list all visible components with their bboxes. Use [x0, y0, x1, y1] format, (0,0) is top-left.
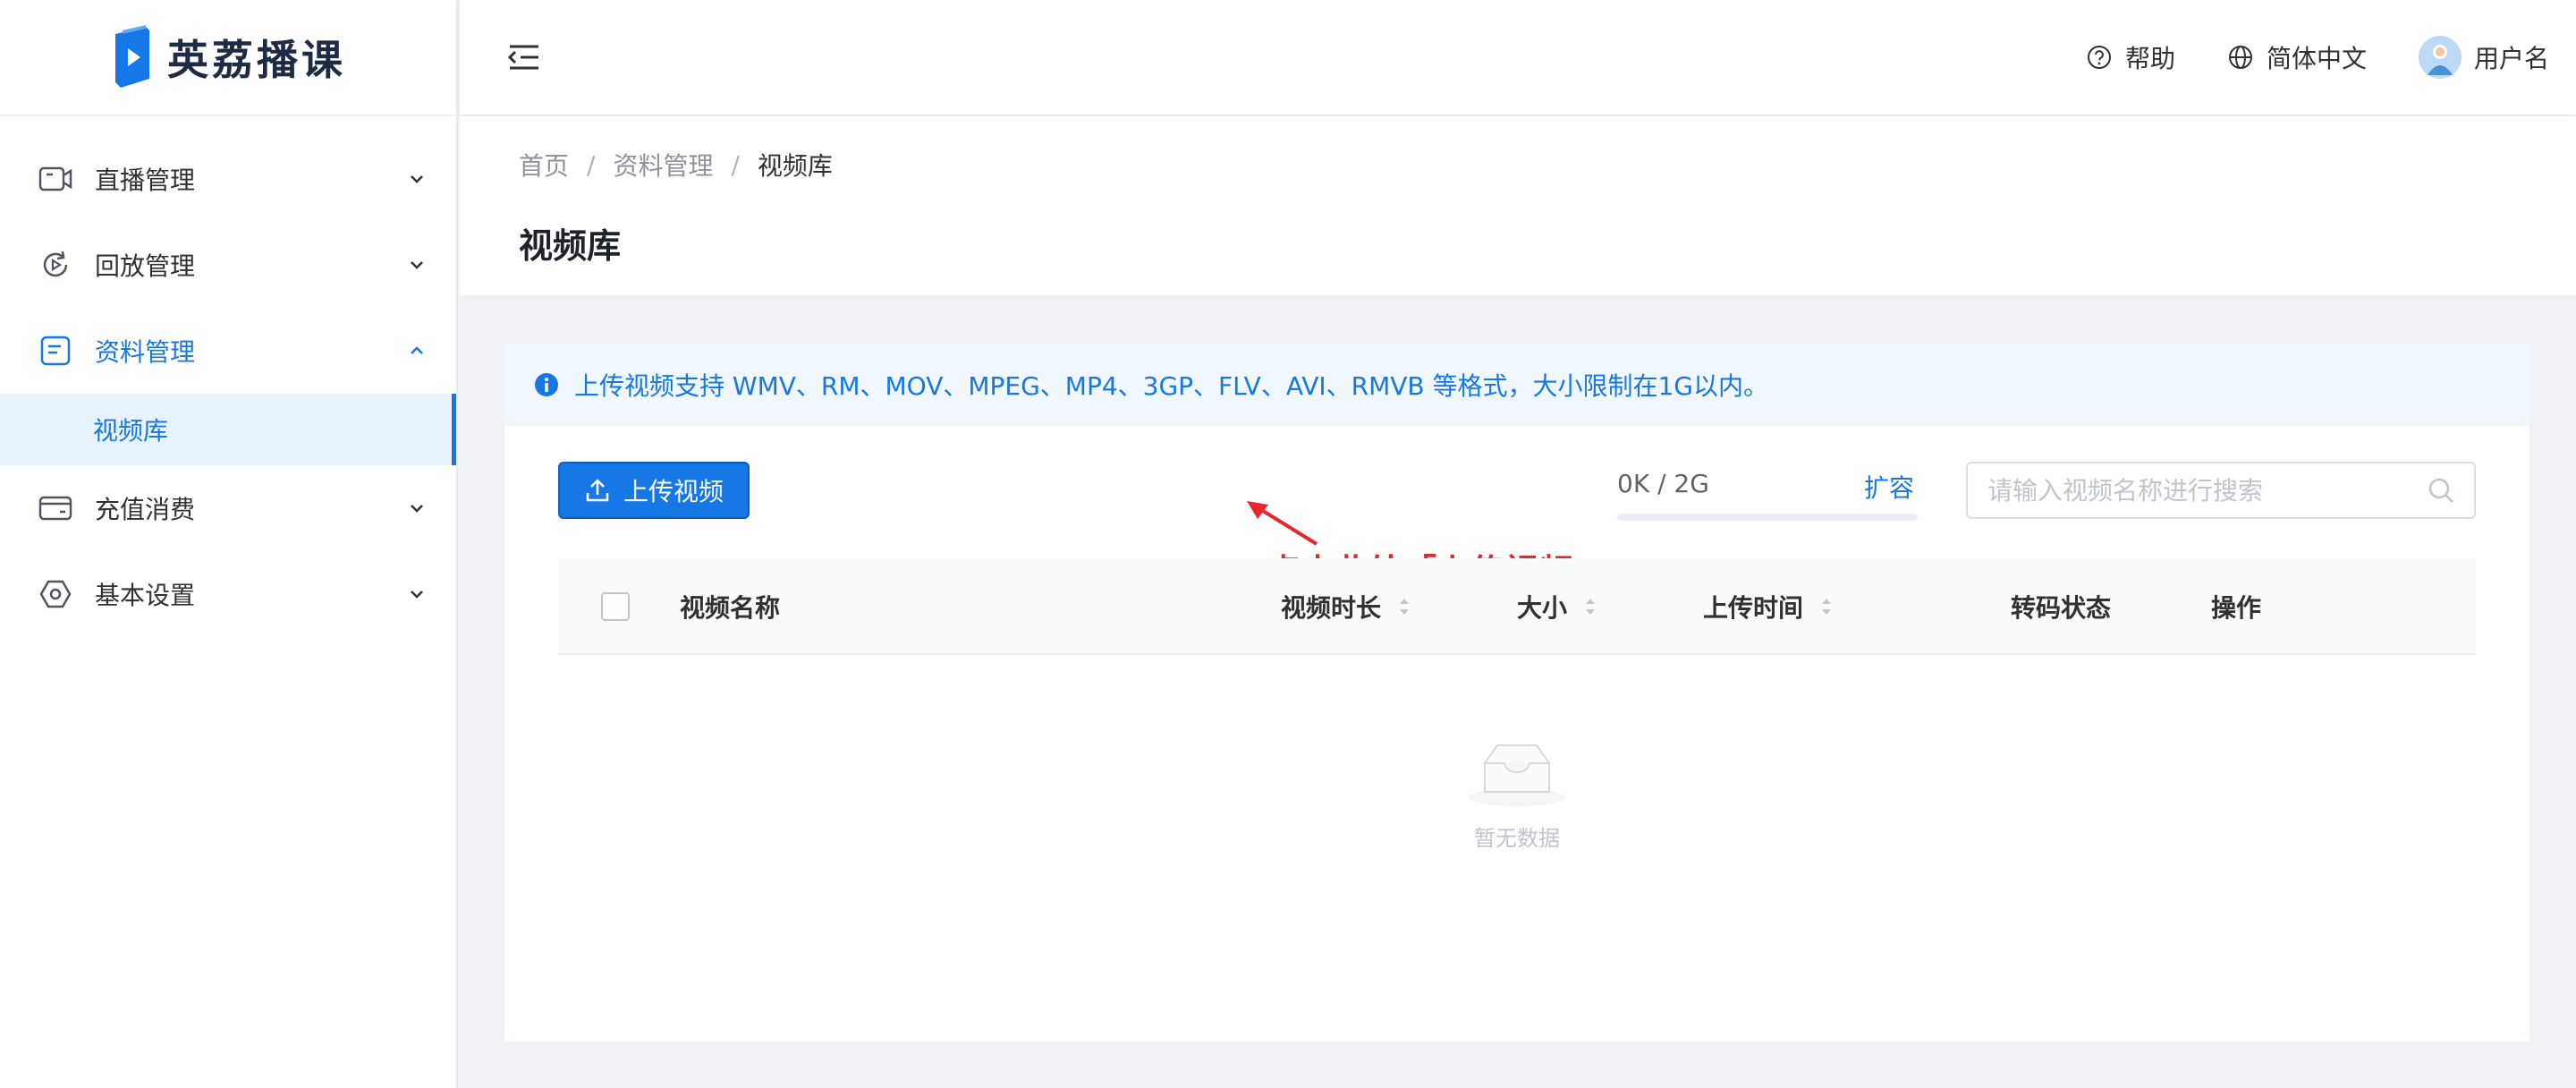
sidebar: 英荔播课 直播管理 回放管理 资料管理 视频库 充值消费 基本设置: [0, 0, 458, 1088]
breadcrumb-materials[interactable]: 资料管理: [613, 147, 713, 183]
column-header-name: 视频名称: [680, 558, 780, 655]
collapse-menu-icon[interactable]: [504, 38, 544, 77]
sidebar-item-billing[interactable]: 充值消费: [0, 465, 456, 551]
sidebar-item-label: 回放管理: [95, 251, 196, 281]
chevron-down-icon: [411, 505, 423, 513]
info-icon: [535, 373, 558, 396]
sidebar-item-label: 资料管理: [95, 337, 196, 367]
column-header-actions: 操作: [2211, 558, 2261, 655]
sidebar-item-label: 直播管理: [95, 166, 196, 195]
content-card: 上传视频支持 WMV、RM、MOV、MPEG、MP4、3GP、FLV、AVI、R…: [504, 344, 2529, 1041]
column-header-upload-time[interactable]: 上传时间: [1703, 558, 1834, 655]
breadcrumb: 首页 / 资料管理 / 视频库: [519, 147, 2576, 183]
storage-progress-bar: [1617, 514, 1918, 521]
language-switch[interactable]: 简体中文: [2227, 39, 2367, 75]
search-input[interactable]: [1987, 475, 2426, 506]
settings-icon: [38, 576, 73, 612]
page-title: 视频库: [519, 226, 622, 266]
sidebar-menu: 直播管理 回放管理 资料管理 视频库 充值消费 基本设置: [0, 116, 456, 637]
storage-usage: 0K / 2G 扩容: [1617, 469, 1918, 521]
upload-icon: [586, 479, 609, 502]
chevron-up-icon: [411, 346, 423, 354]
search-icon[interactable]: [2426, 475, 2456, 506]
empty-text: 暂无数据: [1474, 825, 1560, 851]
chevron-down-icon: [411, 175, 423, 183]
globe-icon: [2228, 46, 2252, 69]
avatar: [2418, 36, 2462, 79]
sidebar-item-materials[interactable]: 资料管理: [0, 308, 456, 394]
upload-video-label: 上传视频: [623, 477, 724, 506]
column-header-size[interactable]: 大小: [1517, 558, 1597, 655]
search-box[interactable]: [1966, 462, 2476, 519]
video-camera-icon: [38, 161, 73, 197]
sidebar-item-settings[interactable]: 基本设置: [0, 551, 456, 637]
empty-state: 暂无数据: [558, 655, 2476, 932]
breadcrumb-home[interactable]: 首页: [519, 147, 569, 183]
logo-icon: [115, 25, 149, 88]
breadcrumb-current: 视频库: [757, 151, 833, 181]
sidebar-item-replay[interactable]: 回放管理: [0, 222, 456, 308]
sidebar-item-label: 基本设置: [95, 581, 196, 610]
top-header: 帮助 简体中文 用户名: [460, 0, 2576, 115]
annotation-arrow-icon: [1247, 501, 1318, 546]
column-label: 视频时长: [1281, 593, 1382, 623]
notice-text: 上传视频支持 WMV、RM、MOV、MPEG、MP4、3GP、FLV、AVI、R…: [574, 371, 1769, 401]
sort-icon[interactable]: [1583, 595, 1597, 618]
sort-icon[interactable]: [1819, 595, 1834, 618]
help-icon: [2087, 46, 2111, 69]
chevron-down-icon: [411, 591, 423, 599]
sort-icon[interactable]: [1397, 595, 1411, 618]
video-table: 视频名称 视频时长 大小 上传时间 转码状态 操作 暂无数据: [558, 558, 2476, 851]
page-header: 首页 / 资料管理 / 视频库 视频库: [460, 116, 2576, 295]
upload-video-button[interactable]: 上传视频: [558, 462, 750, 519]
expand-storage-link[interactable]: 扩容: [1864, 469, 1914, 505]
username: 用户名: [2473, 44, 2549, 73]
breadcrumb-separator: /: [587, 149, 596, 180]
breadcrumb-separator: /: [731, 149, 740, 180]
app-name: 英荔播课: [167, 36, 346, 84]
format-notice: 上传视频支持 WMV、RM、MOV、MPEG、MP4、3GP、FLV、AVI、R…: [504, 344, 2529, 426]
storage-text: 0K / 2G: [1617, 469, 1709, 498]
select-all-checkbox[interactable]: [601, 592, 630, 621]
column-label: 视频名称: [680, 593, 781, 623]
help-label: 帮助: [2124, 44, 2175, 73]
column-label: 大小: [1517, 593, 1568, 623]
sidebar-subitem-label: 视频库: [93, 416, 169, 446]
help-link[interactable]: 帮助: [2086, 39, 2175, 75]
document-icon: [38, 333, 73, 369]
column-label: 操作: [2211, 593, 2262, 623]
column-header-duration[interactable]: 视频时长: [1281, 558, 1411, 655]
logo[interactable]: 英荔播课: [0, 0, 456, 116]
user-menu[interactable]: 用户名: [2418, 36, 2549, 79]
sidebar-subitem-video-library[interactable]: 视频库: [0, 394, 456, 465]
table-header: 视频名称 视频时长 大小 上传时间 转码状态 操作: [558, 558, 2476, 655]
column-label: 转码状态: [2011, 593, 2112, 623]
column-label: 上传时间: [1703, 593, 1804, 623]
header-actions: 帮助 简体中文 用户名: [2034, 0, 2576, 115]
toolbar: 上传视频 0K / 2G 扩容: [558, 462, 2476, 521]
wallet-icon: [38, 490, 73, 526]
replay-icon: [38, 247, 73, 283]
sidebar-item-live[interactable]: 直播管理: [0, 136, 456, 222]
sidebar-item-label: 充值消费: [95, 495, 196, 524]
column-header-transcode-status: 转码状态: [2011, 558, 2111, 655]
chevron-down-icon: [411, 261, 423, 269]
app-root: 英荔播课 直播管理 回放管理 资料管理 视频库 充值消费 基本设置 帮助 简体中…: [0, 0, 2576, 1088]
empty-inbox-icon: [1469, 744, 1565, 806]
language-label: 简体中文: [2266, 44, 2367, 73]
